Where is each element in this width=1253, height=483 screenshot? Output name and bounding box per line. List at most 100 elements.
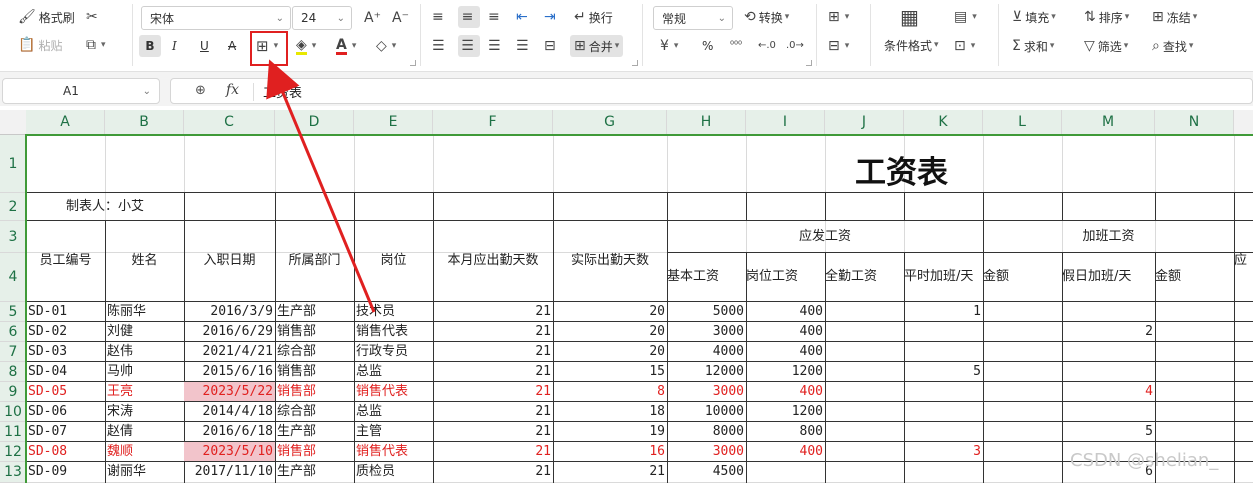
row-header-5[interactable]: 5 [0, 302, 26, 322]
bold-button[interactable]: B [139, 35, 161, 57]
row-header-1[interactable]: 1 [0, 135, 26, 193]
freeze-button[interactable]: ⊞ 冻结 ▾ [1152, 6, 1197, 28]
strikethrough-button[interactable]: A [228, 35, 236, 57]
column-header-h[interactable]: H [667, 110, 746, 135]
cell-hire-date: 2014/4/18 [202, 404, 273, 419]
cell-actual-days: 20 [649, 344, 665, 359]
increase-decimal-button[interactable]: ←.0 [758, 35, 779, 57]
decrease-indent-button[interactable]: ⇤ [516, 6, 531, 28]
header-holiday-ot: 假日加班/天 [1062, 269, 1132, 284]
column-header-b[interactable]: B [105, 110, 184, 135]
increase-font-button[interactable]: A⁺ [364, 7, 384, 29]
decrease-font-button[interactable]: A⁻ [392, 7, 412, 29]
row-header-2[interactable]: 2 [0, 193, 26, 221]
align-middle-button[interactable]: ≡ [458, 6, 480, 28]
font-name-select[interactable]: 宋体 ⌄ [141, 6, 291, 30]
yuan-icon: ¥ [660, 38, 669, 54]
column-header-m[interactable]: M [1062, 110, 1155, 135]
cell-name: 赵倩 [107, 424, 134, 439]
name-box[interactable]: A1 ⌄ [2, 78, 160, 104]
font-color-button[interactable]: A ▾ [336, 35, 356, 57]
column-header-l[interactable]: L [983, 110, 1062, 135]
align-left-button[interactable]: ☰ [432, 35, 448, 57]
sort-button[interactable]: ⇅ 排序 ▾ [1084, 6, 1129, 28]
column-header-a[interactable]: A [26, 110, 105, 135]
fill-color-button[interactable]: ◈ ▾ [296, 35, 316, 57]
row-header-8[interactable]: 8 [0, 362, 26, 382]
column-header-j[interactable]: J [825, 110, 904, 135]
row-header-3[interactable]: 3 [0, 221, 26, 253]
formula-input[interactable]: ⊕ fx 工资表 [170, 78, 1253, 104]
column-header-d[interactable]: D [275, 110, 354, 135]
conditional-format-icon-button[interactable]: ▦ [900, 6, 922, 28]
align-top-button[interactable]: ≡ [432, 6, 447, 28]
format-painter-button[interactable]: 🖌 格式刷 [18, 6, 75, 28]
fill-button[interactable]: ⊻ 填充 ▾ [1012, 6, 1056, 28]
find-button[interactable]: ⌕ 查找 ▾ [1152, 35, 1193, 57]
header-amount1: 金额 [983, 269, 1010, 284]
column-header-i[interactable]: I [746, 110, 825, 135]
border-style-button[interactable]: ⊡ ▾ [954, 35, 975, 57]
font-size-select[interactable]: 24 ⌄ [292, 6, 352, 30]
sum-button[interactable]: Σ 求和 ▾ [1012, 35, 1054, 57]
currency-button[interactable]: ¥ ▾ [660, 35, 678, 57]
formula-content[interactable]: 工资表 [263, 82, 302, 101]
row-header-12[interactable]: 12 [0, 442, 26, 462]
paste-button[interactable]: 📋 粘贴 [18, 34, 62, 56]
cell-base-pay: 3000 [712, 324, 744, 339]
row-col-button[interactable]: ⊞ ▾ [828, 6, 849, 28]
column-header-c[interactable]: C [184, 110, 275, 135]
worksheet-button[interactable]: ⊟ ▾ [828, 35, 849, 57]
align-center-button[interactable]: ☰ [458, 35, 480, 57]
filter-button[interactable]: ▽ 筛选 ▾ [1084, 35, 1128, 57]
align-right-button[interactable]: ☰ [488, 35, 504, 57]
italic-button[interactable]: I [172, 35, 177, 57]
cell-emp-id: SD-08 [28, 444, 68, 459]
row-header-7[interactable]: 7 [0, 342, 26, 362]
column-header-f[interactable]: F [433, 110, 553, 135]
chevron-down-icon: ▾ [1051, 12, 1056, 22]
conditional-format-button[interactable]: 条件格式 ▾ [884, 34, 939, 56]
increase-indent-button[interactable]: ⇥ [544, 6, 559, 28]
decrease-decimal-button[interactable]: .0→ [786, 35, 807, 57]
wrap-text-button[interactable]: ↵ 换行 [574, 6, 613, 28]
zoom-search-icon[interactable]: ⊕ [195, 83, 206, 98]
column-header-n[interactable]: N [1155, 110, 1234, 135]
row-header-6[interactable]: 6 [0, 322, 26, 342]
clear-format-button[interactable]: ◇ ▾ [376, 35, 396, 57]
chevron-down-icon: ▾ [311, 41, 317, 51]
row-header-9[interactable]: 9 [0, 382, 26, 402]
row-header-4[interactable]: 4 [0, 253, 26, 302]
number-dialog-launcher[interactable] [806, 60, 812, 66]
copy-button[interactable]: ⧉ ▾ [86, 34, 106, 56]
font-dialog-launcher[interactable] [410, 60, 416, 66]
cell-due-days: 21 [535, 304, 551, 319]
cell-amount1 [983, 442, 1062, 461]
cell-post-pay [746, 462, 825, 482]
underline-button[interactable]: U [200, 35, 209, 57]
row-header-13[interactable]: 13 [0, 462, 26, 483]
header-base: 基本工资 [667, 269, 720, 284]
spreadsheet-grid[interactable]: 工资表 制表人：小艾 员工编号 姓名 入职日期 所属部门 岗位 本月应出勤天数 实际出勤天数 应发… [26, 135, 1253, 483]
number-format-select[interactable]: 常规 ⌄ [653, 6, 733, 30]
column-header-g[interactable]: G [553, 110, 667, 135]
percent-button[interactable]: % [702, 35, 713, 57]
thousands-button[interactable]: ⁰⁰⁰ [730, 35, 745, 57]
header-actual-days: 实际出勤天数 [570, 253, 649, 268]
merge-button[interactable]: ⊞ 合并 ▾ [570, 35, 624, 57]
cut-button[interactable]: ✂ [86, 6, 101, 28]
distributed-button[interactable]: ⊟ [544, 35, 559, 57]
row-header-10[interactable]: 10 [0, 402, 26, 422]
convert-button[interactable]: ⟲ 转换 ▾ [744, 6, 789, 28]
chevron-down-icon: ▾ [844, 12, 850, 22]
column-header-k[interactable]: K [904, 110, 983, 135]
align-bottom-button[interactable]: ≡ [488, 6, 503, 28]
cell-emp-id: SD-06 [28, 404, 68, 419]
insert-function-button[interactable]: fx [226, 82, 239, 98]
cell-style-button[interactable]: ▤ ▾ [954, 6, 977, 28]
justify-button[interactable]: ☰ [516, 35, 532, 57]
alignment-dialog-launcher[interactable] [632, 60, 638, 66]
cell-actual-days: 20 [649, 304, 665, 319]
row-header-11[interactable]: 11 [0, 422, 26, 442]
column-header-e[interactable]: E [354, 110, 433, 135]
